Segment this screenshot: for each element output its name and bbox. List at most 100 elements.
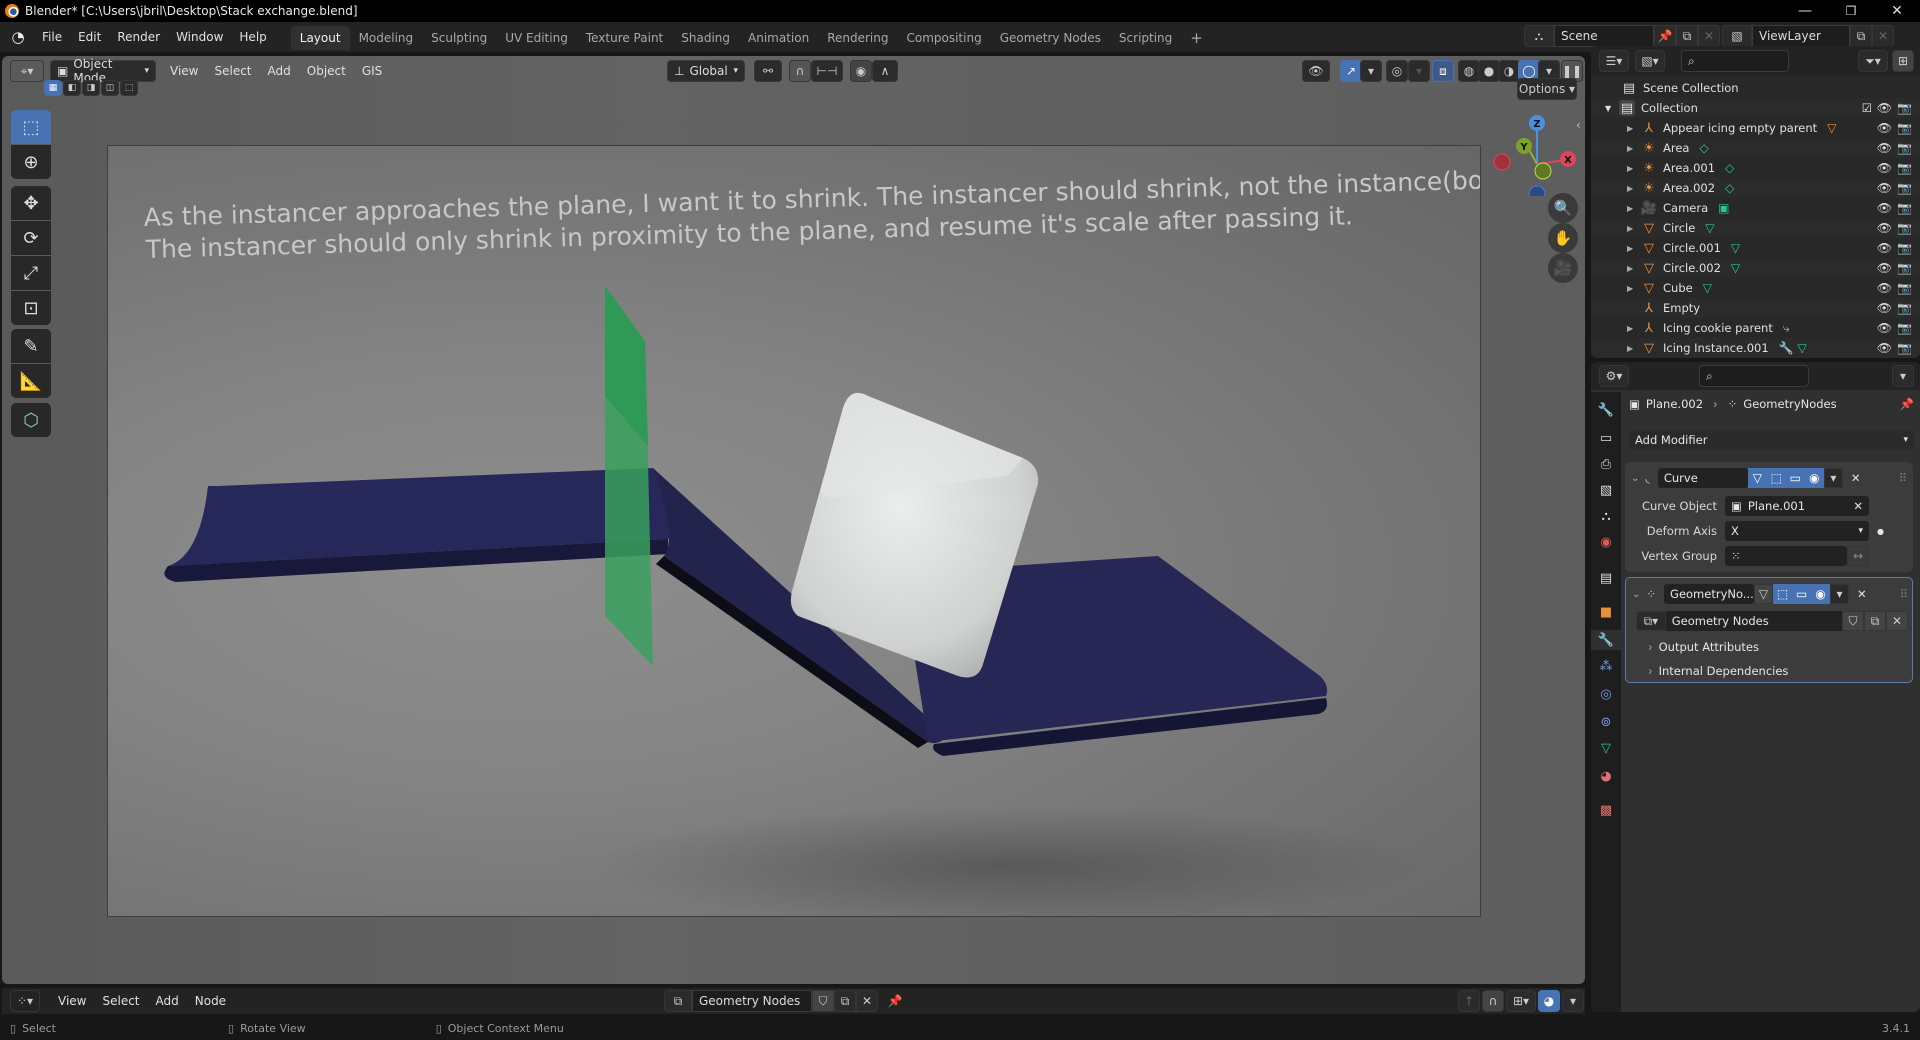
annotate-tool[interactable]: ✎ bbox=[11, 329, 51, 363]
expand-arrow-icon[interactable]: ▶ bbox=[1627, 164, 1641, 173]
menu-help[interactable]: Help bbox=[231, 30, 274, 44]
zoom-view-button[interactable]: 🔍 bbox=[1548, 193, 1578, 223]
render-camera-icon[interactable]: 📷 bbox=[1897, 261, 1912, 275]
data-tab-icon[interactable]: ▽ bbox=[1596, 738, 1616, 758]
render-camera-icon[interactable]: 📷 bbox=[1897, 201, 1912, 215]
collapse-chevron-icon[interactable]: ⌄ bbox=[1631, 473, 1639, 484]
expand-arrow-icon[interactable]: ▶ bbox=[1627, 264, 1641, 273]
outliner-search-input[interactable]: ⌕ bbox=[1681, 50, 1789, 72]
add-workspace-button[interactable]: + bbox=[1181, 24, 1212, 52]
transform-orientation-selector[interactable]: ⊥ Global ▾ bbox=[667, 60, 745, 82]
snap-toggle-icon[interactable]: ∩ bbox=[789, 60, 811, 82]
remove-modifier-icon[interactable]: ✕ bbox=[1851, 471, 1861, 485]
edit-mode-toggle-icon[interactable]: ▽ bbox=[1754, 584, 1774, 604]
minimize-button[interactable]: — bbox=[1782, 0, 1828, 22]
outliner-item[interactable]: ▶ 🎥 Camera ▣ 👁 📷 bbox=[1591, 198, 1920, 218]
measure-tool[interactable]: 📐 bbox=[11, 364, 51, 398]
scene-collection-row[interactable]: ▤ Scene Collection bbox=[1591, 78, 1920, 98]
menu-render[interactable]: Render bbox=[109, 30, 168, 44]
constraints-tab-icon[interactable]: ⊚ bbox=[1596, 712, 1616, 732]
light-data-icon[interactable]: ◇ bbox=[1699, 141, 1708, 155]
unlink-node-group-icon[interactable]: ✕ bbox=[1886, 611, 1908, 631]
duplicate-node-tree-icon[interactable]: ⧉ bbox=[834, 990, 856, 1012]
render-tab-icon[interactable]: ▭ bbox=[1596, 428, 1616, 448]
outliner-item[interactable]: ▶ ▽ Circle.001 ▽ 👁 📷 bbox=[1591, 238, 1920, 258]
3d-viewport[interactable]: ⌖▾ ▣ Object Mode ▾ View Select Add Objec… bbox=[2, 56, 1585, 984]
view-layer-field[interactable]: ViewLayer bbox=[1752, 25, 1850, 47]
material-tab-icon[interactable]: ◕ bbox=[1596, 766, 1616, 786]
node-menu-view[interactable]: View bbox=[50, 994, 94, 1008]
select-invert-icon[interactable]: ◫ bbox=[101, 80, 119, 96]
transform-tool[interactable]: ⊡ bbox=[11, 291, 51, 325]
menu-edit[interactable]: Edit bbox=[70, 30, 109, 44]
add-modifier-dropdown[interactable]: Add Modifier ▾ bbox=[1629, 430, 1914, 450]
collection-row[interactable]: ▼ ▤ Collection ☑ 👁 📷 bbox=[1591, 98, 1920, 118]
outliner-item[interactable]: ▶ ☀ Area.001 ◇ 👁 📷 bbox=[1591, 158, 1920, 178]
select-new-icon[interactable]: ▦ bbox=[44, 80, 62, 96]
node-menu-select[interactable]: Select bbox=[94, 994, 147, 1008]
mesh-orange-icon[interactable]: ▽ bbox=[1827, 121, 1836, 135]
render-toggle-icon[interactable]: ◉ bbox=[1804, 468, 1824, 488]
properties-search-input[interactable]: ⌕ bbox=[1699, 365, 1809, 387]
output-attributes-subpanel[interactable]: › Output Attributes bbox=[1648, 640, 1759, 654]
viewport-menu-select[interactable]: Select bbox=[206, 64, 259, 78]
snap-target-icon[interactable]: ⊢⊣ bbox=[811, 60, 843, 82]
expand-arrow-icon[interactable]: ▶ bbox=[1627, 284, 1641, 293]
constraint-icon[interactable]: ⤷ bbox=[1783, 321, 1790, 336]
pin-icon[interactable]: 📌 bbox=[1654, 25, 1676, 47]
expand-arrow-icon[interactable]: ▶ bbox=[1627, 204, 1641, 213]
on-cage-toggle-icon[interactable]: ⬚ bbox=[1766, 468, 1786, 488]
viewport-menu-gis[interactable]: GIS bbox=[354, 64, 390, 78]
light-data-icon[interactable]: ◇ bbox=[1725, 161, 1734, 175]
add-cube-tool[interactable]: ⬡ bbox=[11, 403, 51, 437]
workspace-tab-sculpting[interactable]: Sculpting bbox=[422, 26, 496, 50]
visibility-eye-icon[interactable]: 👁 bbox=[1877, 341, 1892, 355]
drag-handle-icon[interactable]: ⠿ bbox=[1900, 587, 1908, 601]
node-snap-target-icon[interactable]: ⊞▾ bbox=[1506, 990, 1536, 1012]
exclude-checkbox[interactable]: ☑ bbox=[1862, 101, 1872, 115]
overlays-toggle-icon[interactable]: ◎ bbox=[1386, 60, 1408, 82]
camera-data-icon[interactable]: ▣ bbox=[1718, 201, 1729, 215]
outliner-item[interactable]: ▶ ▽ Circle.002 ▽ 👁 📷 bbox=[1591, 258, 1920, 278]
visibility-eye-icon[interactable]: 👁 bbox=[1877, 201, 1892, 215]
clear-field-icon[interactable]: ✕ bbox=[1853, 499, 1863, 513]
proportional-edit-icon[interactable]: ◉ bbox=[850, 60, 872, 82]
collection-tab-icon[interactable]: ▤ bbox=[1596, 568, 1616, 588]
output-tab-icon[interactable]: ⎙ bbox=[1596, 454, 1616, 474]
workspace-tab-scripting[interactable]: Scripting bbox=[1110, 26, 1181, 50]
new-view-layer-icon[interactable]: ⧉ bbox=[1850, 25, 1872, 47]
material-preview-icon[interactable]: ◑ bbox=[1498, 60, 1520, 82]
duplicate-node-group-icon[interactable]: ⧉ bbox=[1864, 611, 1886, 631]
render-camera-icon[interactable]: 📷 bbox=[1897, 101, 1912, 115]
close-button[interactable]: ✕ bbox=[1874, 0, 1920, 22]
outliner-item[interactable]: ▶ ⅄ Appear icing empty parent ▽ 👁 📷 bbox=[1591, 118, 1920, 138]
render-camera-icon[interactable]: 📷 bbox=[1897, 221, 1912, 235]
pin-node-tree-icon[interactable]: 📌 bbox=[884, 990, 906, 1012]
gizmo-toggle-icon[interactable]: ↗ bbox=[1340, 60, 1362, 82]
outliner-item[interactable]: ▶ ▽ Circle ▽ 👁 📷 bbox=[1591, 218, 1920, 238]
editor-type-icon[interactable]: ⌖▾ bbox=[10, 60, 44, 82]
view-layer-icon[interactable]: ▧ bbox=[1722, 25, 1752, 47]
curve-object-field[interactable]: ▣ Plane.001 ✕ bbox=[1725, 496, 1869, 516]
neg-y-handle[interactable] bbox=[1534, 162, 1552, 180]
curve-modifier-name[interactable]: Curve bbox=[1657, 468, 1748, 488]
visibility-eye-icon[interactable]: 👁 bbox=[1877, 281, 1892, 295]
outliner-item[interactable]: ▶ ⅄ Icing cookie parent ⤷ 👁 📷 bbox=[1591, 318, 1920, 338]
expand-arrow-icon[interactable]: ▶ bbox=[1627, 324, 1641, 333]
visibility-eye-icon[interactable]: 👁 bbox=[1877, 261, 1892, 275]
neg-z-handle[interactable] bbox=[1528, 185, 1546, 196]
deform-axis-dropdown[interactable]: X ▾ bbox=[1725, 521, 1869, 541]
expand-arrow-icon[interactable]: ▶ bbox=[1627, 244, 1641, 253]
select-extend-icon[interactable]: ◧ bbox=[63, 80, 81, 96]
scene-name-field[interactable]: Scene bbox=[1554, 25, 1654, 47]
workspace-tab-modeling[interactable]: Modeling bbox=[350, 26, 423, 50]
delete-view-layer-icon[interactable]: ✕ bbox=[1872, 25, 1894, 47]
new-collection-icon[interactable]: ⊞ bbox=[1892, 50, 1914, 72]
display-mode-icon[interactable]: ▧▾ bbox=[1635, 50, 1665, 72]
collapse-arrow-icon[interactable]: ▼ bbox=[1605, 104, 1619, 113]
outliner-item[interactable]: ▶ ☀ Area ◇ 👁 📷 bbox=[1591, 138, 1920, 158]
workspace-tab-uv-editing[interactable]: UV Editing bbox=[496, 26, 577, 50]
properties-options-dropdown[interactable]: ▾ bbox=[1892, 365, 1914, 387]
render-camera-icon[interactable]: 📷 bbox=[1897, 141, 1912, 155]
pivot-point-icon[interactable]: ⚯ bbox=[754, 60, 782, 82]
